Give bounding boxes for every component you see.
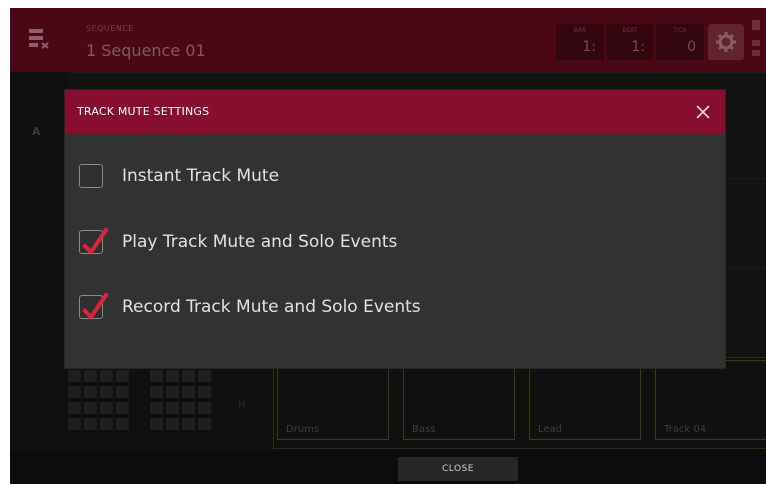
gear-icon — [716, 32, 736, 52]
header-bar: SEQUENCE 1 Sequence 01 BAR 1: BEAT 1: TI… — [10, 8, 766, 72]
pad-label: Lead — [538, 424, 563, 435]
pad-drums[interactable]: Drums — [277, 360, 389, 440]
beat-caption: BEAT — [622, 27, 638, 34]
close-icon[interactable] — [693, 102, 713, 122]
bank-letter: H — [238, 400, 246, 411]
checkmark-icon — [82, 227, 109, 256]
checkmark-icon — [82, 292, 109, 321]
settings-button[interactable] — [708, 24, 744, 60]
close-button[interactable]: CLOSE — [398, 457, 518, 481]
pad-track-04[interactable]: Track 04 — [655, 360, 766, 440]
pad-label: Track 04 — [664, 424, 707, 435]
bar-caption: BAR — [573, 27, 587, 34]
pad-bass[interactable]: Bass — [403, 360, 515, 440]
track-mute-settings-dialog: TRACK MUTE SETTINGS Instant Track Mute P… — [65, 90, 725, 368]
bar-counter[interactable]: BAR 1: — [556, 24, 604, 60]
tick-value: 0 — [687, 39, 696, 55]
option-label: Play Track Mute and Solo Events — [122, 232, 398, 252]
instant-track-mute-option[interactable]: Instant Track Mute — [79, 162, 679, 192]
play-track-mute-option[interactable]: Play Track Mute and Solo Events — [79, 227, 679, 258]
row-letter-a: A — [32, 125, 41, 138]
option-label: Record Track Mute and Solo Events — [122, 297, 421, 317]
beat-counter[interactable]: BEAT 1: — [607, 24, 653, 60]
option-label: Instant Track Mute — [122, 166, 280, 186]
app-screen: SEQUENCE 1 Sequence 01 BAR 1: BEAT 1: TI… — [10, 8, 766, 484]
pad-lead[interactable]: Lead — [529, 360, 641, 440]
sequence-list-icon[interactable] — [28, 28, 50, 50]
battery-icon — [752, 20, 760, 64]
play-track-mute-checkbox[interactable] — [79, 227, 109, 256]
tick-caption: TICK — [673, 27, 687, 34]
instant-track-mute-checkbox[interactable] — [79, 164, 103, 188]
pad-label: Drums — [286, 424, 320, 435]
dialog-title: TRACK MUTE SETTINGS — [77, 105, 210, 118]
pad-label: Bass — [412, 424, 436, 435]
record-track-mute-option[interactable]: Record Track Mute and Solo Events — [79, 292, 679, 323]
sequence-caption: SEQUENCE — [86, 24, 134, 33]
tick-counter[interactable]: TICK 0 — [656, 24, 704, 60]
sequence-name[interactable]: 1 Sequence 01 — [86, 41, 206, 60]
record-track-mute-checkbox[interactable] — [79, 292, 109, 321]
dialog-header: TRACK MUTE SETTINGS — [65, 90, 725, 134]
mini-pad-grid-left — [68, 370, 132, 432]
beat-value: 1: — [631, 39, 645, 55]
mini-pad-grid-right — [150, 370, 214, 432]
footer-bar: CLOSE — [10, 452, 766, 484]
bar-value: 1: — [582, 39, 596, 55]
